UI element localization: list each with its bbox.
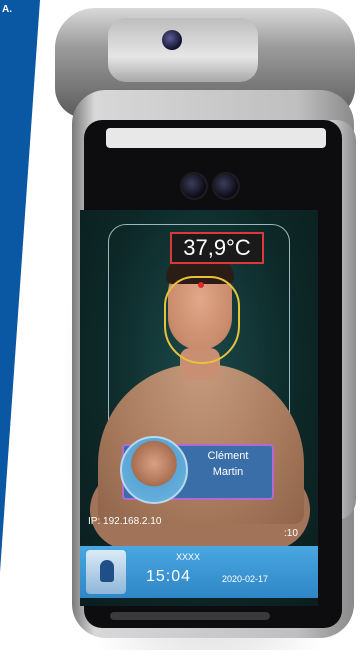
- identity-avatar: [120, 436, 188, 504]
- clock-date: 2020-02-17: [222, 574, 269, 584]
- device-screen: 37,9°C Clément Martin IP: 192.168.2.10 :…: [80, 210, 318, 606]
- top-camera-lens-icon: [162, 30, 182, 50]
- right-camera-icon: [212, 172, 240, 200]
- logo-icon: [86, 550, 126, 594]
- temperature-readout: 37,9°C: [170, 232, 264, 264]
- temperature-point-icon: [198, 282, 204, 288]
- status-placeholder: XXXX: [176, 552, 201, 562]
- clock-time: 15:04: [146, 568, 192, 585]
- identity-last-name: Martin: [212, 466, 244, 478]
- corner-label: A.: [2, 4, 12, 15]
- seconds-readout: :10: [284, 528, 298, 539]
- face-outline: [164, 276, 240, 364]
- device-chin: [110, 612, 270, 620]
- left-camera-icon: [180, 172, 208, 200]
- camera-housing: [108, 18, 258, 82]
- light-strip: [106, 128, 326, 148]
- identity-first-name: Clément: [207, 450, 249, 462]
- ip-address: IP: 192.168.2.10: [88, 516, 162, 527]
- status-bar: XXXX 15:04 2020-02-17: [80, 546, 318, 598]
